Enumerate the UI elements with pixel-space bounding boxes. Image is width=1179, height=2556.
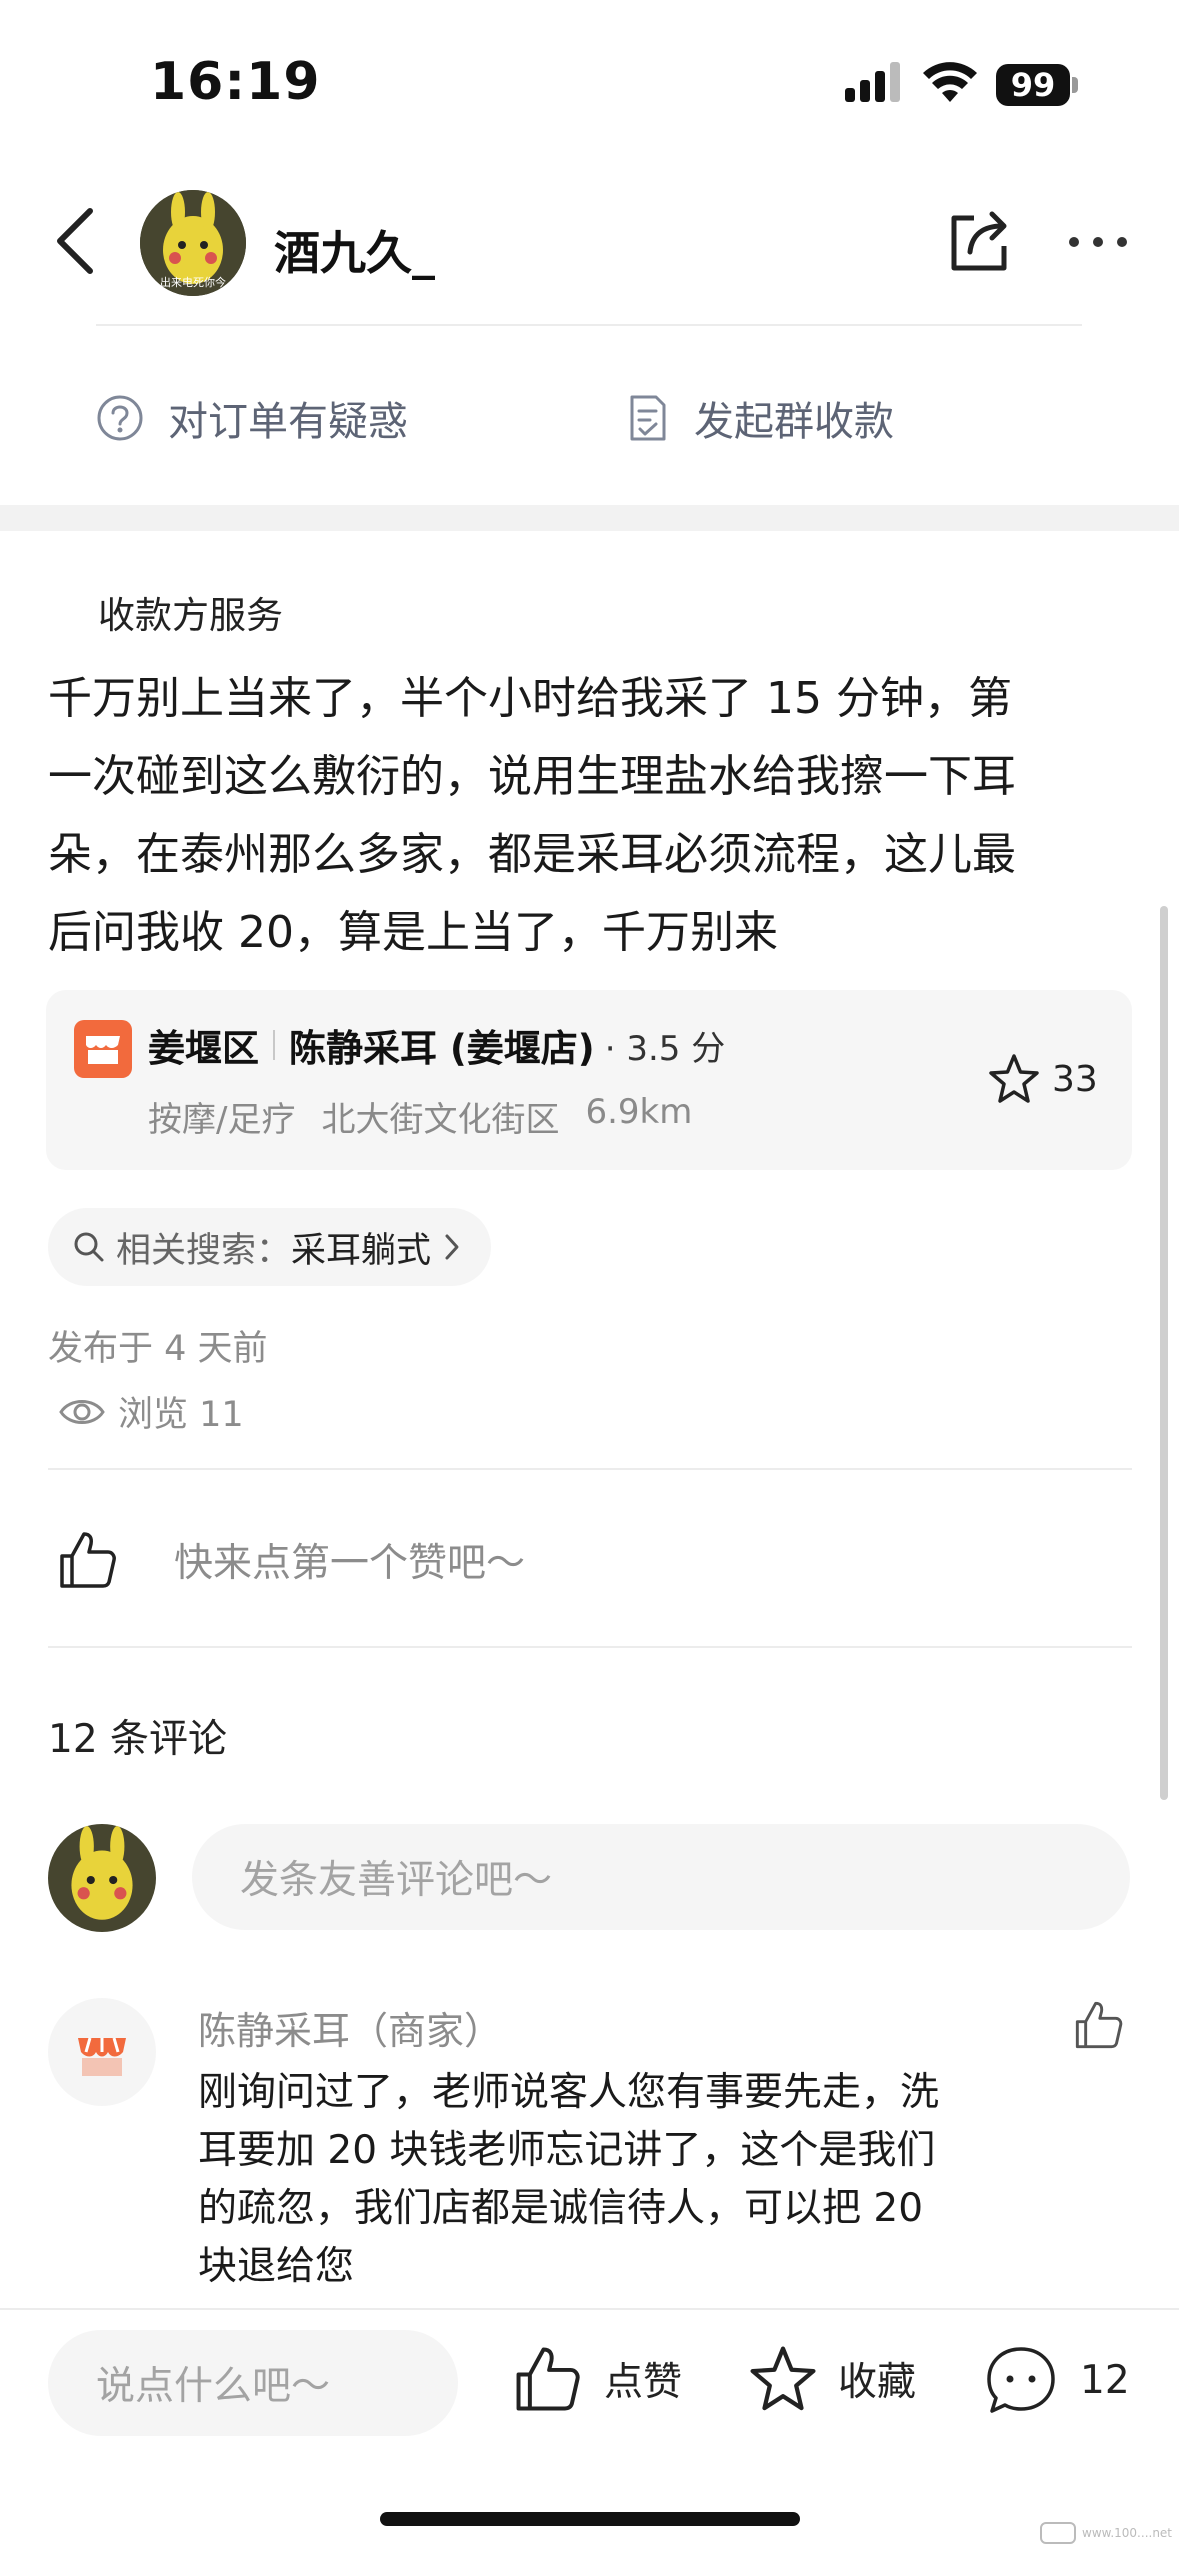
related-search-prefix: 相关搜索： (116, 1230, 292, 1271)
question-circle-icon (96, 394, 144, 442)
related-search-keyword: 采耳躺式 (291, 1230, 432, 1271)
shop-favorite-button[interactable]: 33 (986, 1052, 1098, 1106)
like-prompt-button[interactable]: 快来点第一个赞吧～ (58, 1530, 525, 1590)
chat-bubble-icon (984, 2343, 1058, 2417)
publish-time: 发布于 4 天前 (48, 1329, 268, 1369)
scrollbar[interactable] (1160, 906, 1168, 1800)
like-prompt-label: 快来点第一个赞吧～ (174, 1541, 526, 1586)
post-body-line: 千万别上当来了，半个小时给我采了 15 分钟，第 (48, 673, 1012, 724)
more-options-icon[interactable] (1068, 234, 1128, 250)
shop-favorite-count: 33 (1052, 1058, 1098, 1100)
thumbs-up-icon (58, 1530, 118, 1590)
post-body-line: 后问我收 20，算是上当了，千万别来 (48, 907, 778, 958)
comment-count: 12 条评论 (48, 1717, 228, 1762)
comment-input-placeholder: 发条友善评论吧～ (240, 1858, 553, 1903)
cellular-signal-icon (845, 62, 903, 102)
favorite-button[interactable]: 收藏 (746, 2343, 916, 2415)
shop-distance: 6.9km (585, 1092, 693, 1132)
wifi-icon (922, 60, 978, 104)
order-query-button[interactable]: 对订单有疑惑 (96, 386, 408, 450)
header-divider (96, 324, 1082, 326)
section-title: 收款方服务 (98, 594, 283, 637)
comment-text: 刚询问过了，老师说客人您有事要先走，洗 耳要加 20 块钱老师忘记讲了，这个是我… (198, 2064, 1078, 2296)
home-indicator (380, 2512, 800, 2526)
star-icon (986, 1052, 1042, 1106)
shop-district: 姜堰区 (148, 1027, 259, 1070)
like-button[interactable]: 点赞 (514, 2345, 682, 2413)
comment-input[interactable]: 发条友善评论吧～ (192, 1824, 1130, 1930)
comment-text-line: 耳要加 20 块钱老师忘记讲了，这个是我们 (198, 2128, 936, 2173)
star-icon (746, 2343, 820, 2415)
shop-separator (273, 1030, 275, 1060)
section-separator (0, 505, 1179, 531)
meta-divider (48, 1468, 1132, 1470)
back-button[interactable] (50, 205, 100, 277)
my-avatar (48, 1824, 156, 1932)
status-time: 16:19 (150, 52, 321, 112)
shop-card[interactable]: 姜堰区 陈静采耳 (姜堰店) · 3.5 分 按摩/足疗 北大街文化街区 6.9… (46, 990, 1132, 1170)
search-icon (72, 1230, 106, 1264)
battery-icon: 99 (996, 64, 1078, 106)
shop-rating: · 3.5 分 (604, 1028, 726, 1069)
avatar-caption: 出来电死你今 (160, 276, 226, 289)
comment-author[interactable]: 陈静采耳（商家） (198, 2000, 502, 2055)
comment-text-line: 块退给您 (198, 2244, 355, 2289)
user-avatar[interactable]: 出来电死你今 (140, 190, 246, 296)
group-collect-label: 发起群收款 (694, 399, 894, 445)
related-search-chip[interactable]: 相关搜索： 采耳躺式 (48, 1208, 492, 1286)
shop-name: 陈静采耳 (姜堰店) (289, 1027, 595, 1070)
watermark-text: www.100....net (1082, 2526, 1173, 2540)
order-query-label: 对订单有疑惑 (168, 399, 408, 445)
comments-button[interactable]: 12 (984, 2343, 1130, 2417)
comment-text-line: 的疏忽，我们店都是诚信待人，可以把 20 (198, 2186, 924, 2231)
group-collect-button[interactable]: 发起群收款 (626, 386, 894, 450)
comment-like-icon[interactable] (1074, 2000, 1124, 2050)
post-body-line: 朵，在泰州那么多家，都是采耳必须流程，这儿最 (48, 829, 1016, 880)
commenter-avatar[interactable] (48, 1998, 156, 2106)
like-divider (48, 1646, 1132, 1648)
watermark-logo-icon (1040, 2522, 1076, 2544)
comments-count: 12 (1080, 2357, 1130, 2403)
views: 浏览 11 (58, 1386, 244, 1437)
bottom-input[interactable]: 说点什么吧～ (48, 2330, 458, 2436)
views-label: 浏览 11 (118, 1395, 244, 1435)
comment-text-line: 刚询问过了，老师说客人您有事要先走，洗 (198, 2070, 940, 2115)
favorite-label: 收藏 (838, 2360, 917, 2405)
post-body-line: 一次碰到这么敷衍的，说用生理盐水给我擦一下耳 (48, 751, 1016, 802)
watermark: www.100....net (1040, 2522, 1172, 2544)
chevron-right-icon (443, 1232, 461, 1262)
eye-icon (58, 1395, 106, 1429)
post-body: 千万别上当来了，半个小时给我采了 15 分钟，第 一次碰到这么敷衍的，说用生理盐… (48, 660, 1138, 972)
receipt-icon (626, 393, 668, 443)
shop-category: 按摩/足疗 (148, 1100, 296, 1140)
thumbs-up-icon (514, 2345, 582, 2413)
share-icon[interactable] (948, 208, 1012, 274)
battery-level: 99 (1010, 66, 1056, 104)
username[interactable]: 酒九久_ (274, 217, 435, 283)
shop-area: 北大街文化街区 (321, 1100, 560, 1140)
shop-logo-icon (74, 1020, 132, 1078)
like-label: 点赞 (604, 2360, 683, 2405)
bottom-input-placeholder: 说点什么吧～ (96, 2364, 331, 2409)
